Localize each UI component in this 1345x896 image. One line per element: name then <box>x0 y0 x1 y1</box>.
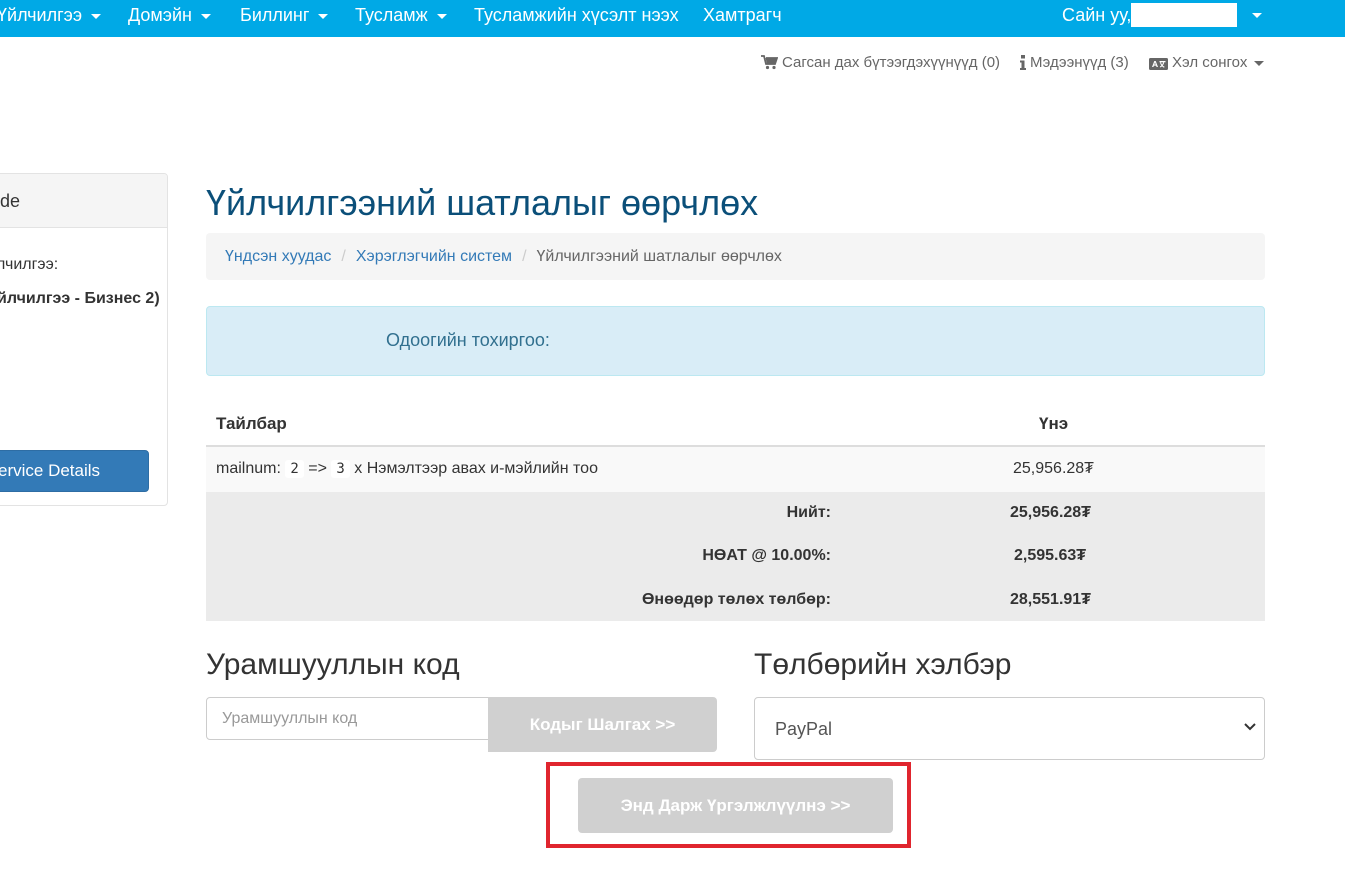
notifications-link[interactable]: Мэдээнүүд (3) <box>1020 53 1129 73</box>
col-price: Үнэ <box>1039 414 1069 433</box>
continue-button[interactable]: Энд Дарж Үргэлжлүүлнэ >> <box>578 778 893 833</box>
nav-affiliates[interactable]: Хамтрагч <box>703 0 782 30</box>
language-selector[interactable]: Хэл сонгох <box>1149 53 1265 73</box>
breadcrumb: Үндсэн хуудас / Хэрэглэгчийн систем / Үйлчил… <box>206 233 1265 280</box>
user-menu[interactable] <box>1131 3 1237 27</box>
sidebar-service-label: лчилгээ: <box>0 256 59 273</box>
nav-open-ticket[interactable]: Тусламжийн хүсэлт нээх <box>474 0 679 30</box>
breadcrumb-current: Үйлчилгээний шатлалыг өөрчлөх <box>536 248 782 265</box>
payment-method-selected: PayPal <box>775 719 833 739</box>
chevron-down-icon <box>200 13 211 19</box>
breadcrumb-separator: / <box>522 248 527 265</box>
sidebar-panel-header: de <box>0 174 167 228</box>
sidebar-service-value: йлчилгээ - Бизнес 2) <box>0 290 160 307</box>
table-row: mailnum: 2 => 3 x Нэмэлтээр авах и-мэйли… <box>206 447 1265 492</box>
breadcrumb-home[interactable]: Үндсэн хуудас <box>225 248 331 265</box>
page-title: Үйлчилгээний шатлалыг өөрчлөх <box>206 182 759 223</box>
greeting-text: Сайн уу, <box>1062 5 1132 25</box>
chevron-down-icon <box>318 13 329 19</box>
row-price: 25,956.28₮ <box>1013 460 1094 477</box>
row-description: mailnum: 2 => 3 x Нэмэлтээр авах и-мэйли… <box>216 460 598 478</box>
due-today-label: Өнөөдөр төлөх төлбөр: <box>641 591 831 608</box>
nav-billing[interactable]: Биллинг <box>240 0 329 30</box>
cart-link[interactable]: Сагсан дах бүтээгдэхүүнүүд (0) <box>761 53 1000 73</box>
old-value: 2 <box>285 460 304 478</box>
nav-services[interactable]: Үйлчилгээ <box>0 0 102 30</box>
breadcrumb-client-area[interactable]: Хэрэглэгчийн систем <box>356 248 512 265</box>
language-icon <box>1149 58 1168 70</box>
info-icon <box>1020 55 1026 70</box>
payment-method-title: Төлбөрийн хэлбэр <box>754 648 1012 681</box>
payment-method-select[interactable]: PayPal <box>754 697 1265 760</box>
new-value: 3 <box>331 460 350 478</box>
subtotal-value: 25,956.28₮ <box>1010 504 1091 521</box>
chevron-down-icon <box>1244 723 1256 731</box>
chevron-down-icon <box>91 13 102 19</box>
chevron-down-icon[interactable] <box>1252 13 1262 18</box>
subtotal-label: Нийт: <box>786 504 831 521</box>
nav-support[interactable]: Тусламж <box>355 0 447 30</box>
shopping-cart-icon <box>761 55 779 70</box>
tax-label: НӨАТ @ 10.00%: <box>702 547 831 564</box>
sidebar-service-panel: de лчилгээ: йлчилгээ - Бизнес 2) ervice … <box>0 173 168 506</box>
tax-value: 2,595.63₮ <box>1014 547 1087 564</box>
table-header: Тайлбар Үнэ <box>206 400 1265 447</box>
due-today-value: 28,551.91₮ <box>1010 591 1091 608</box>
validate-code-button[interactable]: Кодыг Шалгах >> <box>488 697 717 752</box>
current-config-alert: Одоогийн тохиргоо: <box>206 306 1265 376</box>
promo-code-title: Урамшууллын код <box>206 648 460 681</box>
promo-code-input[interactable] <box>206 697 489 740</box>
nav-domains[interactable]: Домэйн <box>128 0 211 30</box>
service-details-button[interactable]: ervice Details <box>0 450 149 492</box>
chevron-down-icon <box>436 13 447 19</box>
current-config-label: Одоогийн тохиргоо: <box>386 330 550 350</box>
top-navbar: Үйлчилгээ Домэйн Биллинг Тусламж Тусламж… <box>0 0 1345 37</box>
chevron-down-icon <box>1254 60 1265 66</box>
totals-section: Нийт: 25,956.28₮ НӨАТ @ 10.00%: 2,595.63… <box>206 492 1265 621</box>
sidebar-panel-title: de <box>0 191 21 211</box>
col-description: Тайлбар <box>216 414 287 433</box>
breadcrumb-separator: / <box>341 248 346 265</box>
